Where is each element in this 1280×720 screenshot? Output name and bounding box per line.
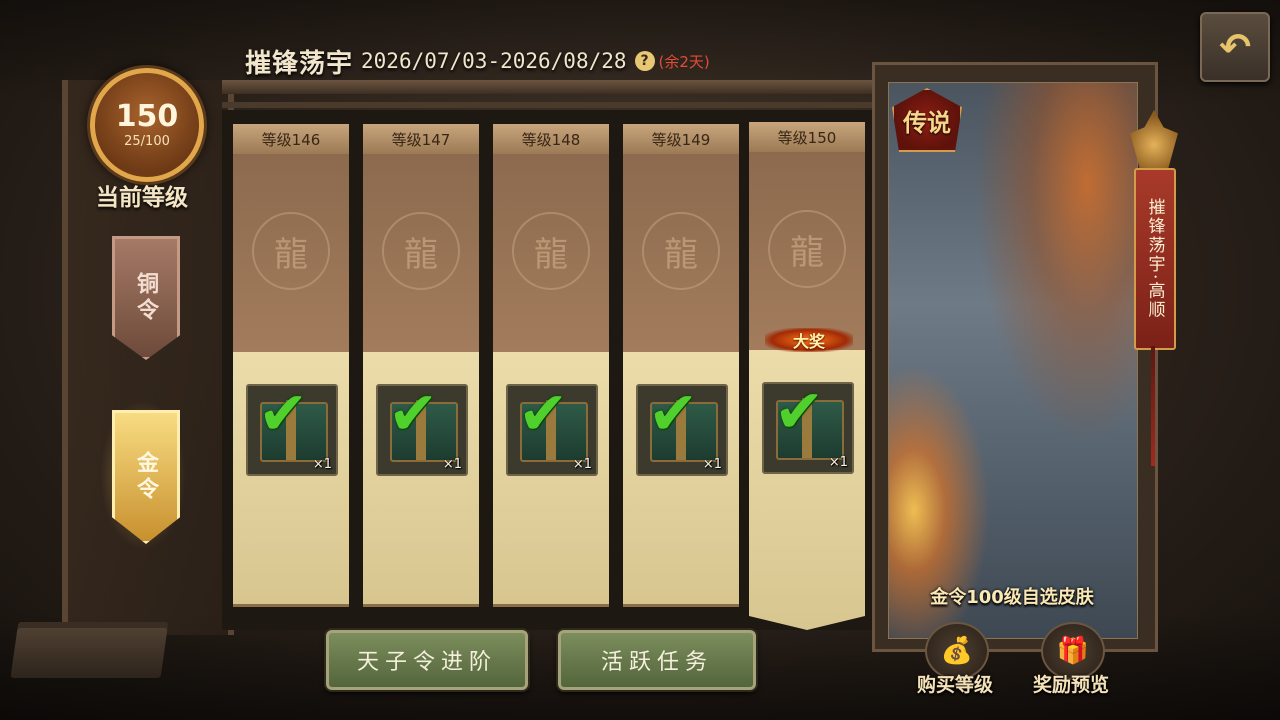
reward-column: 等级149 龍 ✔ ×1 (623, 124, 739, 610)
reward-quantity: ×1 (828, 455, 848, 470)
skin-caption: 金令100级自选皮肤 (930, 587, 1094, 608)
reward-item[interactable]: ✔ ×1 (246, 384, 338, 476)
active-tasks-button[interactable]: 活跃任务 (558, 630, 756, 690)
reward-quantity: ×1 (702, 457, 722, 472)
dragon-emblem-icon: 龍 (642, 212, 720, 290)
return-arrow-icon: ↶ (1219, 25, 1251, 69)
bronze-reward-slot: 龍 (749, 152, 865, 350)
buy-level-button[interactable]: 💰 购买等级 (910, 622, 1000, 698)
bronze-reward-slot: 龍 (363, 154, 479, 352)
bronze-reward-slot: 龍 (493, 154, 609, 352)
dragon-emblem-icon: 龍 (768, 210, 846, 288)
claimed-check-icon: ✔ (774, 377, 825, 447)
reward-column: 等级148 龍 ✔ ×1 (493, 124, 609, 610)
books-decoration (10, 628, 168, 678)
dragon-emblem-icon: 龍 (382, 212, 460, 290)
gold-reward-slot: ✔ ×1 (363, 352, 479, 607)
reward-preview-button[interactable]: 🎁 奖励预览 (1026, 622, 1116, 698)
level-tag: 等级147 (363, 124, 479, 156)
remaining-days: (余2天) (658, 52, 710, 71)
advance-pass-button[interactable]: 天子令进阶 (326, 630, 528, 690)
claimed-check-icon: ✔ (648, 379, 699, 449)
current-level: 150 (115, 98, 179, 134)
gold-token-tab[interactable]: 金令 (112, 410, 180, 544)
level-tag: 等级150 (749, 122, 865, 154)
level-caption: 当前等级 (96, 184, 188, 211)
level-badge: 150 25/100 (90, 68, 204, 182)
buy-level-label: 购买等级 (916, 674, 993, 696)
reward-item[interactable]: ✔ ×1 (506, 384, 598, 476)
reward-quantity: ×1 (572, 457, 592, 472)
claimed-check-icon: ✔ (518, 379, 569, 449)
grand-prize-badge: 大奖 (765, 328, 853, 352)
gold-reward-slot: ✔ ×1 (623, 352, 739, 607)
help-icon[interactable]: ? (634, 51, 655, 71)
top-rail (222, 80, 872, 94)
skin-name-banner: 摧锋荡宇·高顺 (1134, 168, 1176, 350)
reward-column: 等级146 龍 ✔ ×1 (233, 124, 349, 610)
reward-column-final: 等级150 龍 ✔ ×1 (749, 122, 865, 632)
reward-quantity: ×1 (312, 457, 332, 472)
event-dates: 2026/07/03-2026/08/28 (361, 49, 627, 73)
banner-tassel (1151, 346, 1155, 466)
reward-item[interactable]: ✔ ×1 (636, 384, 728, 476)
top-rail-lower (222, 102, 872, 108)
skin-showcase[interactable] (888, 82, 1138, 639)
bronze-reward-slot: 龍 (233, 154, 349, 352)
reward-item[interactable]: ✔ ×1 (376, 384, 468, 476)
event-header: 摧锋荡宇 2026/07/03-2026/08/28 ? (余2天) (245, 44, 710, 79)
gold-reward-slot: ✔ ×1 (493, 352, 609, 607)
level-tag: 等级149 (623, 124, 739, 156)
back-button[interactable]: ↶ (1200, 12, 1270, 82)
level-tag: 等级146 (233, 124, 349, 156)
event-title: 摧锋荡宇 (245, 48, 354, 79)
reward-preview-label: 奖励预览 (1032, 674, 1109, 696)
claimed-check-icon: ✔ (258, 379, 309, 449)
reward-column: 等级147 龍 ✔ ×1 (363, 124, 479, 610)
level-tag: 等级148 (493, 124, 609, 156)
bronze-reward-slot: 龍 (623, 154, 739, 352)
reward-item[interactable]: ✔ ×1 (762, 382, 854, 474)
reward-quantity: ×1 (442, 457, 462, 472)
bronze-token-tab[interactable]: 铜令 (112, 236, 180, 360)
gold-reward-slot: ✔ ×1 (749, 350, 865, 630)
gold-reward-slot: ✔ ×1 (233, 352, 349, 607)
dragon-emblem-icon: 龍 (252, 212, 330, 290)
claimed-check-icon: ✔ (388, 379, 439, 449)
level-progress: 25/100 (124, 133, 170, 149)
dragon-emblem-icon: 龍 (512, 212, 590, 290)
